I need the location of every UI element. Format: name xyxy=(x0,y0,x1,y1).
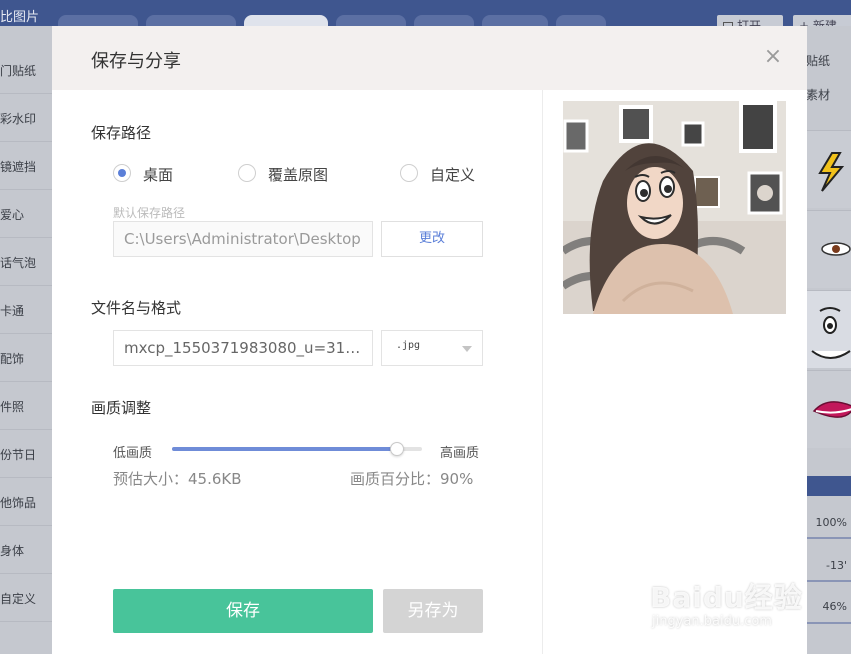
format-value: .jpg xyxy=(396,340,421,351)
lips-sticker-icon xyxy=(812,401,851,418)
quality-percent: 画质百分比：90% xyxy=(350,470,474,488)
rotate-slider[interactable] xyxy=(806,580,851,582)
adjust-panel-header xyxy=(806,476,851,496)
category-item[interactable]: 镜遮挡 xyxy=(0,142,52,190)
app-title: 比图片 xyxy=(0,10,40,25)
slider-fill xyxy=(172,447,397,451)
opacity-value: 46% xyxy=(822,600,847,613)
sticker-thumb[interactable] xyxy=(806,130,851,208)
dropdown-caret-icon xyxy=(462,346,472,352)
format-select[interactable]: .jpg xyxy=(381,330,483,366)
watermark-sub: jingyan.baidu.com xyxy=(652,614,772,629)
category-item[interactable]: 配饰 xyxy=(0,334,52,382)
lightning-sticker-icon xyxy=(818,152,845,192)
high-quality-label: 高画质 xyxy=(440,446,480,461)
sticker-thumb[interactable] xyxy=(806,370,851,448)
category-item[interactable]: 他饰品 xyxy=(0,478,52,526)
watermark-main: Baidu经验 xyxy=(650,581,803,614)
quality-title: 画质调整 xyxy=(91,399,152,417)
save-share-dialog: 保存与分享 × 保存路径 桌面 覆盖原图 自定义 默认保存路径 C:\Users… xyxy=(52,26,807,654)
radio-circle xyxy=(400,164,418,182)
app-topbar: 比图片 打开 + 新建 xyxy=(0,0,851,35)
scale-value: 100% xyxy=(815,516,847,529)
opacity-slider[interactable] xyxy=(806,622,851,624)
category-item[interactable]: 份节日 xyxy=(0,430,52,478)
sticker-thumb-selected[interactable] xyxy=(806,290,851,368)
quality-slider[interactable] xyxy=(172,439,422,459)
filename-input[interactable]: mxcp_1550371983080_u=3109... xyxy=(113,330,373,366)
right-tab[interactable]: 贴纸 xyxy=(806,52,830,69)
save-path-input[interactable]: C:\Users\Administrator\Desktop xyxy=(113,221,373,257)
radio-label: 覆盖原图 xyxy=(268,166,329,184)
estimated-size: 预估大小：45.6KB xyxy=(113,470,242,488)
dialog-title: 保存与分享 xyxy=(91,51,181,72)
default-path-hint: 默认保存路径 xyxy=(113,206,186,220)
preview-image xyxy=(563,101,786,314)
close-icon[interactable]: × xyxy=(760,44,786,70)
category-item[interactable]: 爱心 xyxy=(0,190,52,238)
radio-label: 桌面 xyxy=(143,166,174,184)
dialog-divider xyxy=(542,90,543,654)
radio-circle xyxy=(113,164,131,182)
category-item[interactable]: 自定义 xyxy=(0,574,52,622)
rotate-value: -13' xyxy=(826,559,847,572)
category-item[interactable]: 件照 xyxy=(0,382,52,430)
low-quality-label: 低画质 xyxy=(113,446,153,461)
sticker-thumb[interactable] xyxy=(806,210,851,288)
category-item[interactable]: 话气泡 xyxy=(0,238,52,286)
category-item[interactable]: 门贴纸 xyxy=(0,46,52,94)
sticker-category-list: 门贴纸 彩水印 镜遮挡 爱心 话气泡 卡通 配饰 件照 份节日 他饰品 身体 自… xyxy=(0,26,52,654)
radio-label: 自定义 xyxy=(430,166,476,184)
save-button[interactable]: 保存 xyxy=(113,589,373,633)
scale-slider[interactable] xyxy=(806,537,851,539)
category-item[interactable]: 彩水印 xyxy=(0,94,52,142)
change-path-button[interactable]: 更改 xyxy=(381,221,483,257)
save-as-button[interactable]: 另存为 xyxy=(383,589,483,633)
filename-format-title: 文件名与格式 xyxy=(91,299,182,317)
save-path-title: 保存路径 xyxy=(91,124,152,142)
baidu-jingyan-watermark: Baidu经验 jingyan.baidu.com xyxy=(650,568,810,638)
preview-photo-illustration xyxy=(563,101,786,314)
category-item[interactable]: 身体 xyxy=(0,526,52,574)
face-sticker-icon xyxy=(811,307,851,359)
eye-sticker-icon xyxy=(821,242,851,256)
right-tab[interactable]: 素材 xyxy=(806,86,830,103)
dialog-header: 保存与分享 × xyxy=(52,26,807,90)
slider-thumb[interactable] xyxy=(390,442,404,456)
radio-circle xyxy=(238,164,256,182)
category-item[interactable]: 卡通 xyxy=(0,286,52,334)
